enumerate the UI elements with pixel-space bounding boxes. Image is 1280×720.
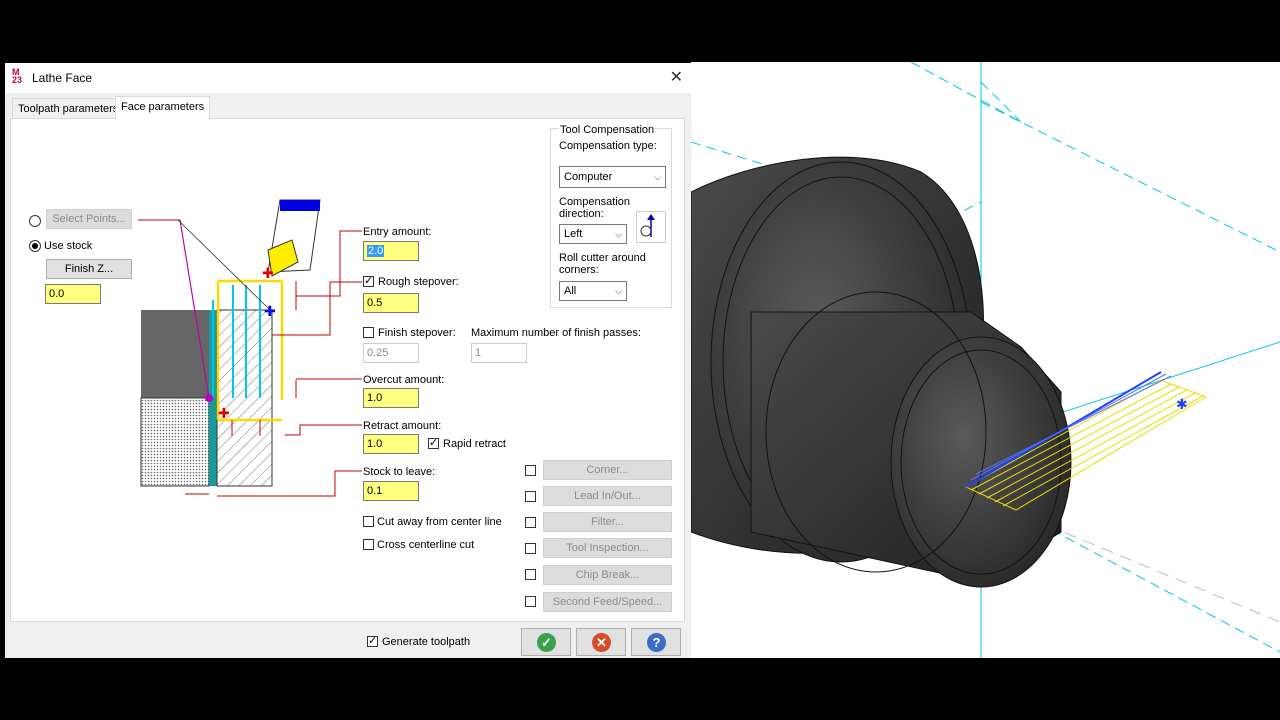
check-icon: ✓: [537, 633, 556, 652]
stock-to-leave-input[interactable]: 0.1: [363, 481, 419, 501]
second-feed-button[interactable]: Second Feed/Speed...: [543, 592, 672, 612]
overcut-label: Overcut amount:: [363, 374, 445, 386]
second-feed-checkbox[interactable]: [525, 596, 536, 607]
cancel-icon: ✕: [592, 633, 611, 652]
compensation-direction-select[interactable]: Left ⌵: [559, 224, 627, 244]
roll-cutter-label: Roll cutter around corners:: [559, 252, 646, 276]
stock-lower: [140, 397, 210, 487]
help-icon: ?: [647, 633, 666, 652]
compensation-direction-icon: [636, 211, 666, 243]
corner-button[interactable]: Corner...: [543, 460, 672, 480]
stock-upper: [141, 310, 209, 398]
rough-stepover-label: Rough stepover:: [378, 276, 459, 288]
finish-stepover-input[interactable]: 0.25: [363, 343, 419, 363]
filter-checkbox[interactable]: [525, 517, 536, 528]
generate-toolpath-label: Generate toolpath: [382, 636, 471, 648]
chip-break-checkbox[interactable]: [525, 569, 536, 580]
part-face-small: [890, 336, 1072, 588]
cut-away-label: Cut away from center line: [377, 516, 502, 528]
compensation-direction-value: Left: [564, 228, 583, 240]
rough-stepover-checkbox[interactable]: [363, 274, 374, 288]
cross-centerline-checkbox[interactable]: [363, 539, 374, 550]
rapid-retract-checkbox[interactable]: [428, 436, 439, 450]
tool-inspection-checkbox[interactable]: [525, 543, 536, 554]
chip-break-button[interactable]: Chip Break...: [543, 565, 672, 585]
cross-centerline-label: Cross centerline cut: [377, 539, 475, 551]
roll-cutter-select[interactable]: All ⌵: [559, 281, 627, 301]
svg-text:✱: ✱: [1176, 397, 1188, 413]
stock-to-leave-label: Stock to leave:: [363, 466, 436, 478]
lead-in-out-button[interactable]: Lead In/Out...: [543, 486, 672, 506]
rough-stepover-input[interactable]: 0.5: [363, 293, 419, 313]
rapid-retract-label: Rapid retract: [443, 438, 506, 450]
compensation-direction-label: Compensation direction:: [559, 196, 630, 220]
chevron-down-icon: ⌵: [654, 172, 661, 182]
blue-cross-marker: ✚: [264, 304, 276, 320]
chevron-down-icon: ⌵: [615, 286, 622, 296]
lead-in-out-checkbox[interactable]: [525, 491, 536, 502]
tool-compensation-title: Tool Compensation: [559, 124, 656, 136]
retract-label: Retract amount:: [363, 420, 442, 432]
red-cross-marker-lower: ✚: [218, 406, 230, 422]
start-point-marker: [205, 394, 213, 402]
cut-region: [216, 309, 273, 487]
finish-stepover-label: Finish stepover:: [378, 327, 456, 339]
tab-face-parameters[interactable]: Face parameters: [115, 96, 211, 119]
finish-stepover-checkbox[interactable]: [363, 327, 374, 338]
compensation-type-label: Compensation type:: [559, 140, 657, 152]
entry-amount-input[interactable]: 2.0: [363, 241, 419, 261]
entry-amount-value: 2.0: [367, 245, 385, 257]
help-button[interactable]: ?: [631, 628, 681, 656]
graphics-viewport[interactable]: ✱: [691, 62, 1280, 658]
generate-toolpath-checkbox[interactable]: [367, 634, 378, 648]
max-finish-passes-label: Maximum number of finish passes:: [471, 327, 641, 339]
roll-cutter-value: All: [564, 285, 577, 297]
max-finish-passes-input[interactable]: 1: [471, 343, 527, 363]
chevron-down-icon: ⌵: [615, 229, 622, 239]
cut-away-checkbox[interactable]: [363, 516, 374, 527]
compensation-type-value: Computer: [564, 171, 613, 183]
cancel-button[interactable]: ✕: [576, 628, 626, 656]
corner-checkbox[interactable]: [525, 465, 536, 476]
overcut-input[interactable]: 1.0: [363, 388, 419, 408]
compensation-type-select[interactable]: Computer ⌵: [559, 166, 666, 188]
filter-button[interactable]: Filter...: [543, 512, 672, 532]
part-model-view: ✱: [691, 62, 1280, 658]
tool-holder-top: [280, 200, 320, 211]
entry-amount-label: Entry amount:: [363, 226, 432, 238]
tool-inspection-button[interactable]: Tool Inspection...: [543, 538, 672, 558]
retract-input[interactable]: 1.0: [363, 434, 419, 454]
red-cross-marker: ✚: [262, 266, 274, 282]
ok-button[interactable]: ✓: [521, 628, 571, 656]
